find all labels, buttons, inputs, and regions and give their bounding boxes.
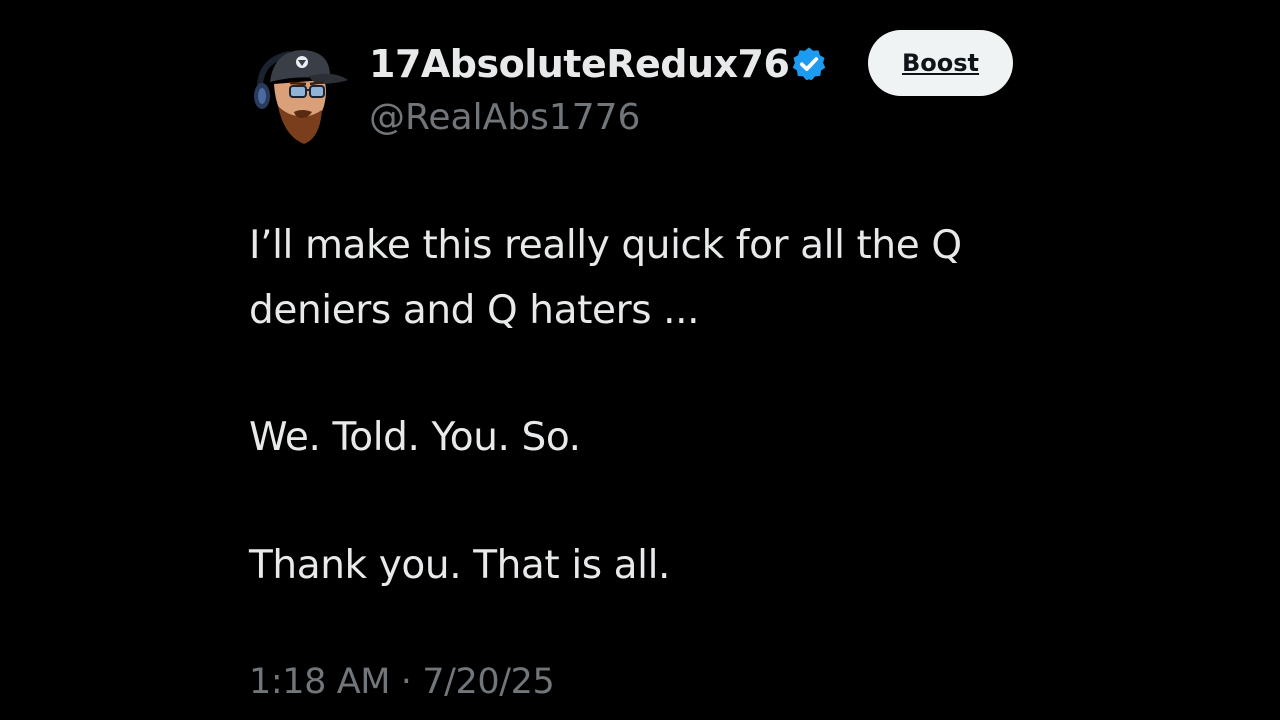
boost-button[interactable]: Boost [868,30,1013,96]
post-text-line: We. Told. You. So. [249,415,581,460]
post-text-line: Thank you. That is all. [249,543,671,588]
avatar-icon [254,50,348,144]
post-card: 17AbsoluteRedux76 @RealAbs1776 Boost I’l… [0,0,1280,720]
verified-badge-icon [790,45,828,83]
avatar[interactable] [250,40,350,146]
author-display-name[interactable]: 17AbsoluteRedux76 [369,38,790,90]
author-handle[interactable]: @RealAbs1776 [369,93,640,143]
post-timestamp[interactable]: 1:18 AM · 7/20/25 [249,656,555,708]
post-text-line: deniers and Q haters ... [249,288,700,333]
post-text-line: I’ll make this really quick for all the … [249,223,962,268]
